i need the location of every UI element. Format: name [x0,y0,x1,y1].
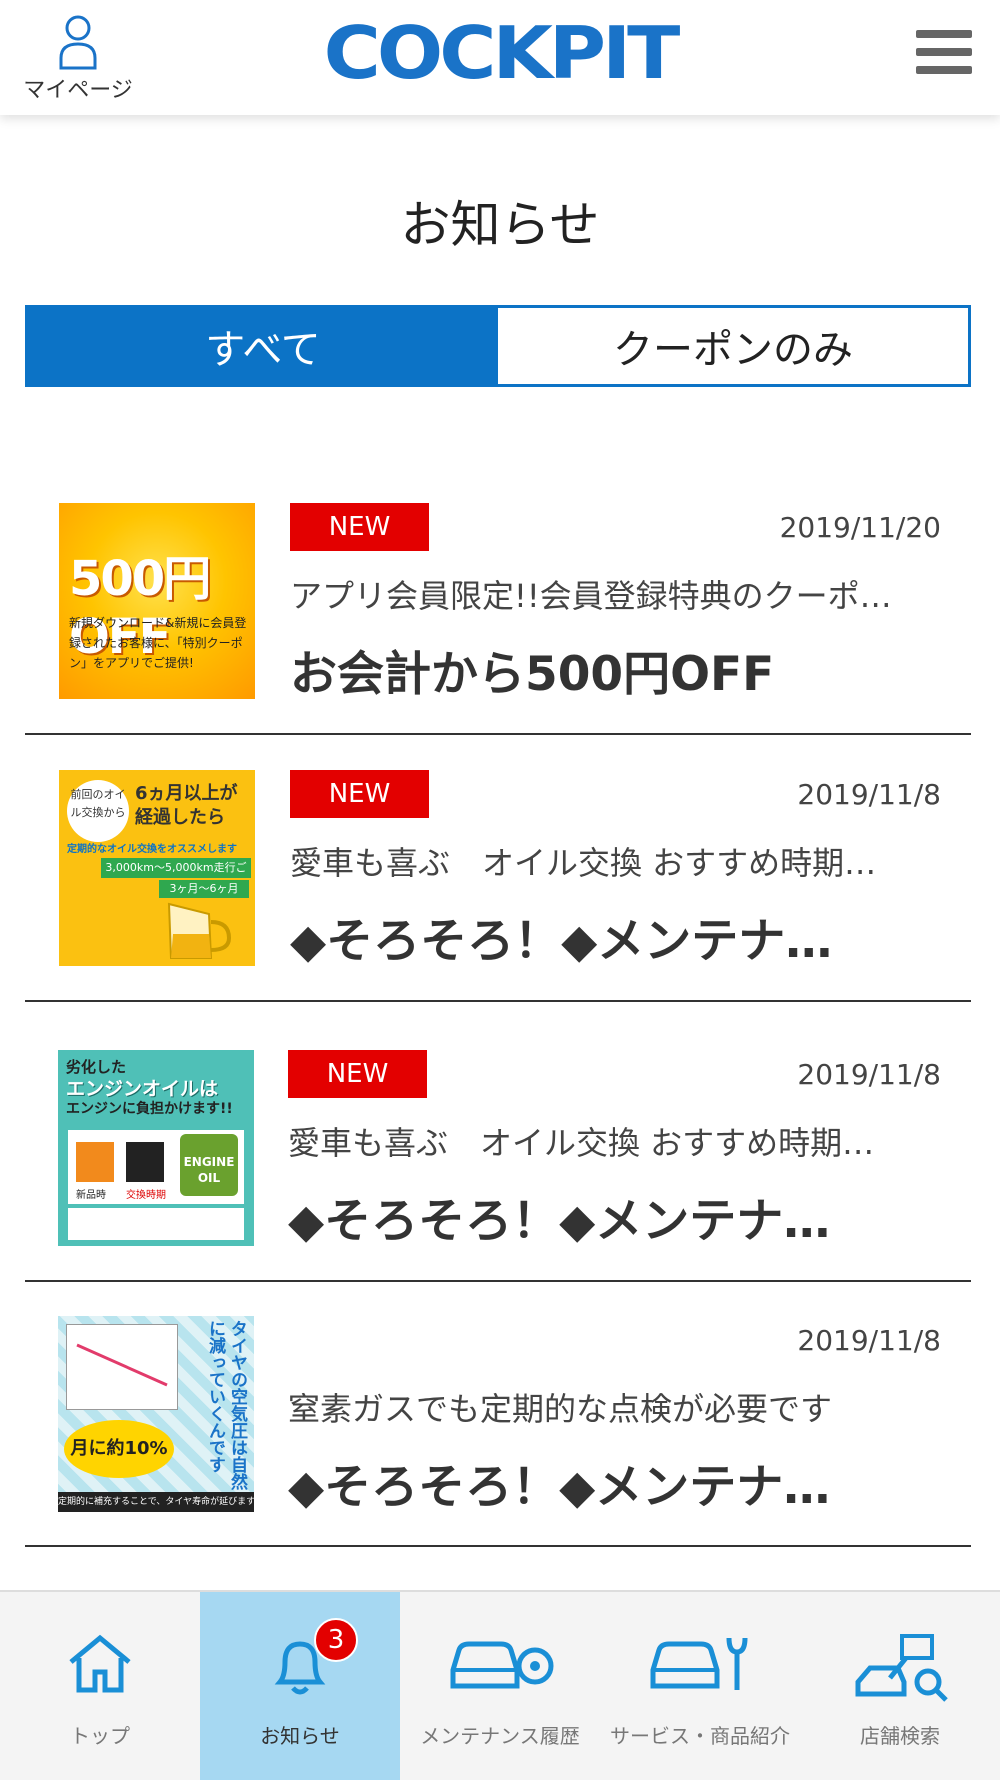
new-badge: NEW [290,770,429,818]
thumb-headline-3: エンジンに負担かけます!! [66,1101,233,1117]
notification-count-badge: 3 [314,1618,358,1662]
notice-thumbnail: 前回のオイル交換から 6ヵ月以上が経過したら 定期的なオイル交換をオススメします… [59,770,255,966]
notice-title: お会計から500円OFF [290,647,775,702]
notice-thumbnail: 500円OFF 新規ダウンロード&新規に会員登録されたお客様に、「特別クーポン」… [59,503,255,699]
notice-thumbnail: 劣化した エンジンオイルは エンジンに負担かけます!! ENGINE OIL 新… [58,1050,254,1246]
new-badge: NEW [288,1050,427,1098]
notice-date: 2019/11/8 [797,1324,941,1357]
notice-title: ◆そろそろ！◆メンテナ… [290,914,833,969]
old-oil-swatch [126,1142,164,1182]
mypage-label: マイページ [23,78,133,103]
nav-label: トップ [70,1724,130,1748]
cockpit-logo[interactable]: COCKPIT [318,17,682,91]
app-header: マイページ COCKPIT [0,0,1000,115]
notice-date: 2019/11/20 [779,511,941,544]
nav-label: 店舗検索 [860,1724,940,1748]
label-new: 新品時 [76,1190,106,1201]
notice-item[interactable]: タイヤの空気圧は自然に減っていくんです 月に約10% 定期的に補充することで、タ… [25,1316,971,1536]
notice-title: ◆そろそろ！◆メンテナ… [288,1194,831,1249]
notice-item[interactable]: 500円OFF 新規ダウンロード&新規に会員登録されたお客様に、「特別クーポン」… [25,503,971,723]
thumb-headline: タイヤの空気圧は自然に減っていくんです [205,1320,247,1490]
thumb-percent: 月に約10% [64,1420,174,1478]
thumb-sub: 定期的なオイル交換をオススメします [67,844,237,855]
notice-description: 愛車も喜ぶ オイル交換 おすすめ時期… [290,844,877,882]
nav-notices[interactable]: 3 お知らせ [200,1592,400,1780]
graph-line [76,1343,168,1387]
divider [25,1545,971,1547]
nav-label: メンテナンス履歴 [420,1724,580,1748]
new-badge: NEW [290,503,429,551]
notice-item[interactable]: 劣化した エンジンオイルは エンジンに負担かけます!! ENGINE OIL 新… [25,1050,971,1270]
store-search-icon [855,1634,948,1702]
nav-label: サービス・商品紹介 [610,1724,790,1748]
thumb-footer-box [68,1208,244,1240]
car-brake-icon [450,1641,554,1689]
notice-title: ◆そろそろ！◆メンテナ… [288,1460,831,1515]
thumb-body: 新規ダウンロード&新規に会員登録されたお客様に、「特別クーポン」をアプリでご提供… [69,616,247,670]
nav-maintenance-history[interactable]: メンテナンス履歴 [400,1592,600,1780]
divider [25,733,971,735]
nav-store-search[interactable]: 店舗検索 [800,1592,1000,1780]
home-icon [69,1634,131,1693]
car-wrench-icon [650,1637,748,1690]
pressure-graph [66,1324,178,1410]
new-oil-swatch [76,1142,114,1182]
notice-item[interactable]: 前回のオイル交換から 6ヵ月以上が経過したら 定期的なオイル交換をオススメします… [25,770,971,990]
thumb-footer: 定期的に補充することで、タイヤ寿命が延びます。 [58,1492,254,1512]
notice-description: アプリ会員限定!!会員登録特典のクーポ… [290,577,892,615]
thumb-headline-2: エンジンオイルは [66,1078,219,1100]
oil-jug-icon [167,902,232,959]
notice-description: 愛車も喜ぶ オイル交換 おすすめ時期… [288,1124,875,1162]
notice-thumbnail: タイヤの空気圧は自然に減っていくんです 月に約10% 定期的に補充することで、タ… [58,1316,254,1512]
thumb-mileage: 3,000km～5,000km走行ごと [101,858,251,894]
thumb-lead: 前回のオイル交換から [67,780,129,842]
engine-oil-can: ENGINE OIL [180,1134,238,1196]
notice-date: 2019/11/8 [797,1058,941,1091]
divider [25,1000,971,1002]
label-replace: 交換時期 [126,1190,166,1201]
user-icon [59,15,97,70]
filter-tabs: すべて クーポンのみ [25,305,971,387]
nav-top[interactable]: トップ [0,1592,200,1780]
tab-all[interactable]: すべて [28,308,498,384]
nav-services[interactable]: サービス・商品紹介 [600,1592,800,1780]
notice-date: 2019/11/8 [797,778,941,811]
thumb-headline: 6ヵ月以上が経過したら [135,783,238,828]
bottom-navigation: トップ 3 お知らせ メンテナンス履歴 サービス・商品紹介 店舗検索 [0,1590,1000,1780]
hamburger-menu-icon[interactable] [916,30,972,78]
tab-coupon-only[interactable]: クーポンのみ [498,308,968,384]
page-title: お知らせ [400,196,600,254]
mypage-button[interactable]: マイページ [22,14,134,104]
nav-label: お知らせ [260,1724,340,1748]
notice-description: 窒素ガスでも定期的な点検が必要です [288,1390,833,1428]
divider [25,1280,971,1282]
